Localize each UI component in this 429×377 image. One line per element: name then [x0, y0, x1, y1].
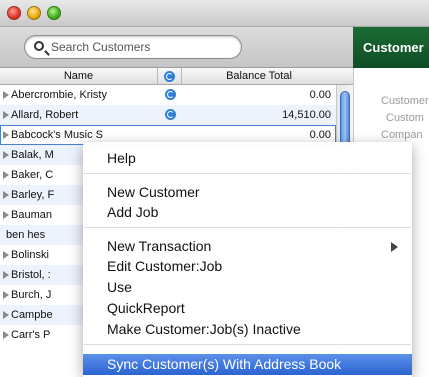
menu-separator [84, 173, 411, 174]
close-window-button[interactable] [7, 6, 21, 20]
menu-item-label: Make Customer:Job(s) Inactive [107, 321, 301, 337]
menu-item-label: New Transaction [107, 238, 212, 254]
window-titlebar [0, 0, 429, 27]
scroll-thumb[interactable] [340, 91, 350, 147]
menu-item-make-customer-job-s-inactive[interactable]: Make Customer:Job(s) Inactive [83, 319, 412, 340]
zoom-window-button[interactable] [47, 6, 61, 20]
menu-item-label: Use [107, 279, 132, 295]
context-menu: Help New Customer Add Job New Transaction Ed… [83, 142, 412, 377]
menu-item-edit-customer-job[interactable]: Edit Customer:Job [83, 256, 412, 277]
sync-icon [165, 109, 176, 120]
customer-field-label: Customer [381, 95, 429, 107]
customer-type-label: Custom [386, 112, 424, 124]
search-input[interactable]: Search Customers [24, 35, 242, 59]
disclosure-triangle-icon[interactable] [3, 111, 9, 119]
menu-item-quickreport[interactable]: QuickReport [83, 298, 412, 319]
disclosure-triangle-icon[interactable] [3, 151, 9, 159]
disclosure-triangle-icon[interactable] [3, 311, 9, 319]
menu-separator [84, 227, 411, 228]
column-header-name[interactable]: Name [0, 68, 158, 85]
column-header-sync[interactable] [158, 68, 182, 85]
menu-item-sync-customer-s-with-address-book[interactable]: Sync Customer(s) With Address Book [83, 354, 412, 375]
disclosure-triangle-icon[interactable] [3, 331, 9, 339]
menu-item-label: New Customer [107, 184, 200, 200]
menu-item-label: Help [107, 150, 136, 166]
minimize-window-button[interactable] [27, 6, 41, 20]
menu-item-help[interactable]: Help [83, 148, 412, 169]
menu-item-label: Add Job [107, 204, 159, 220]
search-toolbar: Search Customers [0, 27, 353, 68]
customer-name: Abercrombie, Kristy [11, 89, 107, 101]
customer-info-header: Customer [353, 27, 429, 68]
menu-item-new-transaction[interactable]: New Transaction [83, 236, 412, 257]
sync-icon [165, 89, 176, 100]
disclosure-triangle-icon[interactable] [3, 291, 9, 299]
menu-item-label: Edit Customer:Job [107, 258, 223, 274]
company-field-label: Compan [381, 129, 423, 141]
table-row[interactable]: Allard, Robert 14,510.00 [0, 105, 336, 125]
submenu-arrow-icon [391, 242, 398, 252]
customer-name: Allard, Robert [11, 109, 79, 121]
menu-separator [84, 344, 411, 345]
disclosure-triangle-icon[interactable] [3, 171, 9, 179]
menu-item-label: QuickReport [107, 300, 185, 316]
column-header-balance[interactable]: Balance Total [182, 68, 336, 85]
menu-item-add-job[interactable]: Add Job [83, 202, 412, 223]
disclosure-triangle-icon[interactable] [3, 211, 9, 219]
disclosure-triangle-icon[interactable] [3, 271, 9, 279]
disclosure-triangle-icon[interactable] [3, 131, 9, 139]
menu-item-label: Sync Customer(s) With Address Book [107, 356, 342, 372]
balance-total: 14,510.00 [282, 109, 331, 121]
search-placeholder: Search Customers [51, 40, 151, 54]
table-row[interactable]: Abercrombie, Kristy 0.00 [0, 85, 336, 105]
menu-item-new-customer[interactable]: New Customer [83, 182, 412, 203]
search-icon [34, 41, 44, 51]
disclosure-triangle-icon[interactable] [3, 191, 9, 199]
sync-icon [164, 70, 175, 82]
disclosure-triangle-icon[interactable] [3, 251, 9, 259]
customer-table-header: Name Balance Total [0, 68, 353, 85]
balance-total: 0.00 [309, 89, 331, 101]
menu-item-use[interactable]: Use [83, 277, 412, 298]
disclosure-triangle-icon[interactable] [3, 91, 9, 99]
